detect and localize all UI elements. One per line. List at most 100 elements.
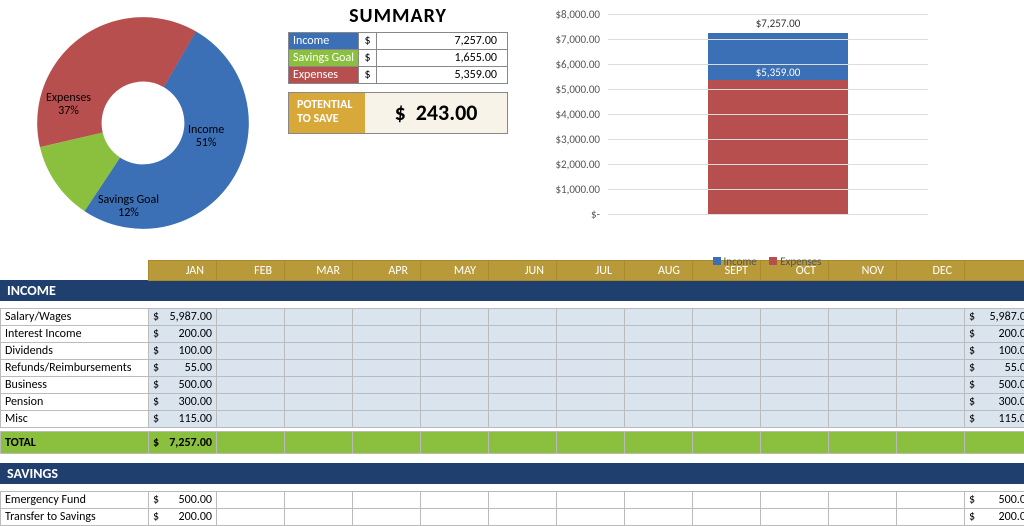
cell[interactable]: $500.00: [149, 492, 217, 509]
cell[interactable]: [761, 509, 829, 526]
cell[interactable]: [625, 309, 693, 326]
cell[interactable]: [761, 394, 829, 411]
cell[interactable]: [353, 492, 421, 509]
cell[interactable]: [353, 394, 421, 411]
cell[interactable]: [761, 411, 829, 428]
cell[interactable]: [897, 411, 965, 428]
cell[interactable]: $200.00: [149, 326, 217, 343]
cell[interactable]: [693, 394, 761, 411]
cell[interactable]: [625, 360, 693, 377]
cell[interactable]: [489, 326, 557, 343]
cell[interactable]: [897, 509, 965, 526]
cell[interactable]: [353, 326, 421, 343]
cell[interactable]: [557, 360, 625, 377]
cell[interactable]: [829, 492, 897, 509]
cell[interactable]: [897, 360, 965, 377]
cell[interactable]: [829, 394, 897, 411]
cell[interactable]: [353, 360, 421, 377]
cell[interactable]: $5,987.00: [149, 309, 217, 326]
cell[interactable]: $200.00: [149, 509, 217, 526]
cell[interactable]: [489, 411, 557, 428]
cell[interactable]: [897, 343, 965, 360]
cell[interactable]: [285, 360, 353, 377]
cell[interactable]: [421, 377, 489, 394]
cell[interactable]: [421, 411, 489, 428]
cell[interactable]: [421, 492, 489, 509]
cell[interactable]: [489, 394, 557, 411]
cell[interactable]: [217, 509, 285, 526]
cell[interactable]: [285, 377, 353, 394]
cell[interactable]: [353, 411, 421, 428]
cell[interactable]: [489, 492, 557, 509]
cell[interactable]: [421, 326, 489, 343]
cell[interactable]: [829, 309, 897, 326]
cell[interactable]: [421, 509, 489, 526]
cell[interactable]: [625, 492, 693, 509]
cell[interactable]: [285, 509, 353, 526]
cell[interactable]: [557, 309, 625, 326]
cell[interactable]: [897, 492, 965, 509]
cell[interactable]: [625, 411, 693, 428]
cell[interactable]: [693, 360, 761, 377]
cell[interactable]: [217, 411, 285, 428]
cell[interactable]: $300.00: [149, 394, 217, 411]
cell[interactable]: [557, 492, 625, 509]
cell[interactable]: [489, 343, 557, 360]
cell[interactable]: [557, 326, 625, 343]
cell[interactable]: [353, 343, 421, 360]
cell[interactable]: [829, 360, 897, 377]
cell[interactable]: [489, 360, 557, 377]
cell[interactable]: [557, 377, 625, 394]
cell[interactable]: [829, 411, 897, 428]
cell[interactable]: [897, 309, 965, 326]
cell[interactable]: [829, 509, 897, 526]
cell[interactable]: [693, 309, 761, 326]
cell[interactable]: [421, 394, 489, 411]
cell[interactable]: [353, 309, 421, 326]
cell[interactable]: [557, 343, 625, 360]
cell[interactable]: [625, 326, 693, 343]
cell[interactable]: [761, 377, 829, 394]
cell[interactable]: [217, 326, 285, 343]
cell[interactable]: [897, 326, 965, 343]
cell[interactable]: $500.00: [149, 377, 217, 394]
cell[interactable]: [557, 509, 625, 526]
cell[interactable]: [217, 377, 285, 394]
cell[interactable]: [557, 411, 625, 428]
cell[interactable]: $55.00: [149, 360, 217, 377]
cell[interactable]: [285, 492, 353, 509]
cell[interactable]: [489, 309, 557, 326]
cell[interactable]: [285, 394, 353, 411]
income-total-jan[interactable]: $7,257.00: [149, 432, 217, 454]
cell[interactable]: [217, 343, 285, 360]
cell[interactable]: [421, 309, 489, 326]
cell[interactable]: [693, 411, 761, 428]
cell[interactable]: [829, 326, 897, 343]
cell[interactable]: [761, 360, 829, 377]
cell[interactable]: [625, 509, 693, 526]
cell[interactable]: [829, 377, 897, 394]
cell[interactable]: [285, 343, 353, 360]
cell[interactable]: [421, 343, 489, 360]
cell[interactable]: [829, 343, 897, 360]
cell[interactable]: [897, 394, 965, 411]
cell[interactable]: [489, 509, 557, 526]
cell[interactable]: [285, 411, 353, 428]
cell[interactable]: $115.00: [149, 411, 217, 428]
cell[interactable]: [761, 309, 829, 326]
cell[interactable]: [217, 360, 285, 377]
cell[interactable]: [353, 509, 421, 526]
cell[interactable]: [625, 377, 693, 394]
cell[interactable]: [489, 377, 557, 394]
cell[interactable]: [761, 492, 829, 509]
cell[interactable]: [693, 377, 761, 394]
cell[interactable]: [761, 343, 829, 360]
cell[interactable]: [421, 360, 489, 377]
cell[interactable]: $100.00: [149, 343, 217, 360]
cell[interactable]: [693, 343, 761, 360]
cell[interactable]: [217, 309, 285, 326]
cell[interactable]: [625, 394, 693, 411]
cell[interactable]: [625, 343, 693, 360]
cell[interactable]: [897, 377, 965, 394]
cell[interactable]: [285, 309, 353, 326]
